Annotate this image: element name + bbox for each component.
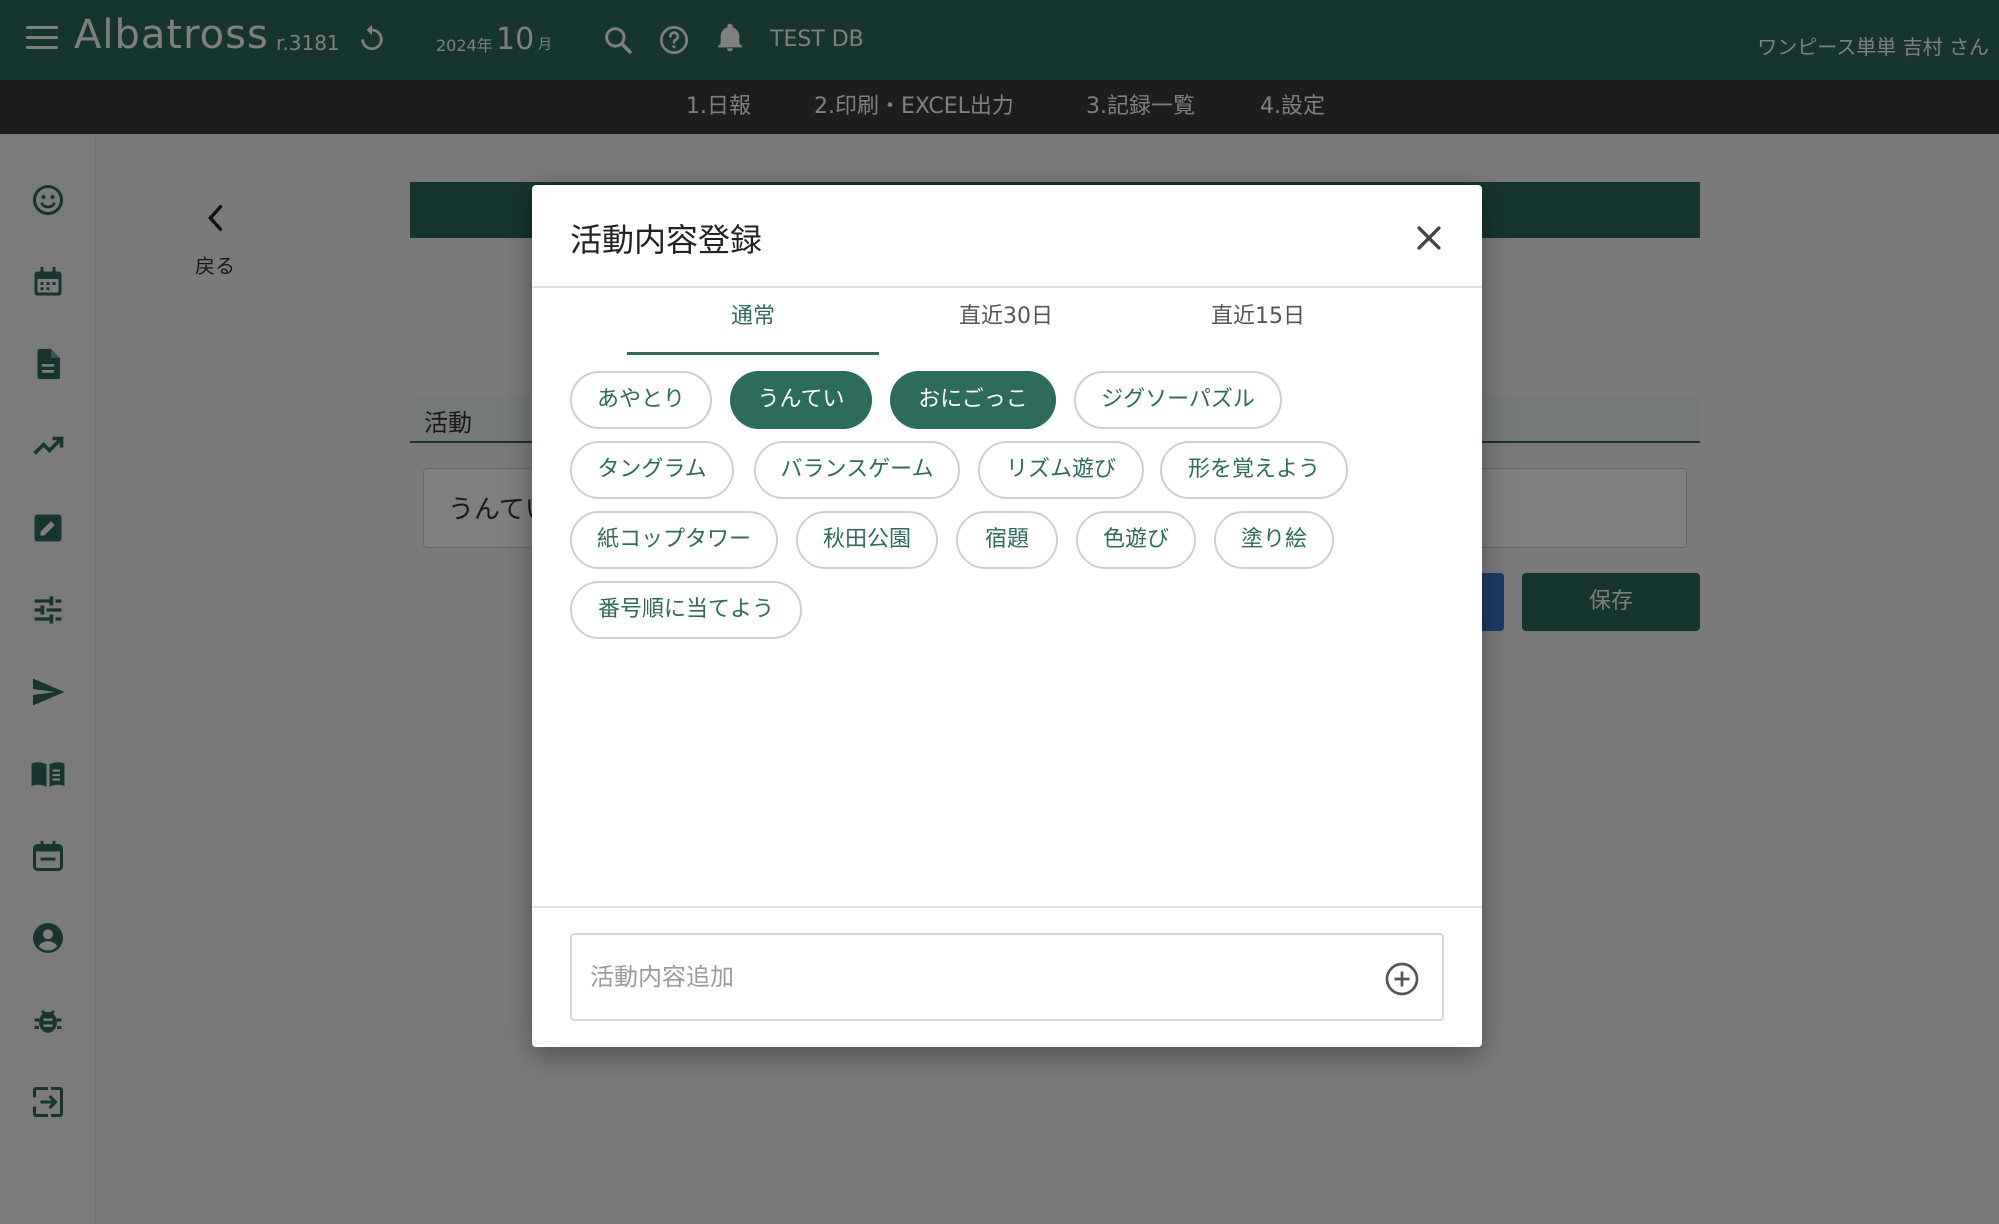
- close-icon: [1417, 226, 1441, 250]
- modal-title: 活動内容登録: [570, 221, 763, 259]
- tab-normal[interactable]: 通常: [627, 289, 879, 355]
- chip-untei[interactable]: うんてい: [730, 371, 872, 429]
- add-activity-field: [570, 933, 1444, 1021]
- chip-onigokko[interactable]: おにごっこ: [890, 371, 1056, 429]
- activity-register-modal: 活動内容登録 通常 直近30日 直近15日 あやとり うんてい おにごっこ ジグ…: [532, 185, 1482, 1047]
- chip-balance-game[interactable]: バランスゲーム: [754, 441, 960, 499]
- tab-label: 通常: [730, 304, 775, 329]
- chip-rhythm-play[interactable]: リズム遊び: [978, 441, 1144, 499]
- chip-akita-park[interactable]: 秋田公園: [796, 511, 938, 569]
- tab-last-30-days[interactable]: 直近30日: [880, 289, 1132, 355]
- tab-last-15-days[interactable]: 直近15日: [1132, 289, 1384, 355]
- modal-divider: [532, 286, 1482, 288]
- chip-ayatori[interactable]: あやとり: [570, 371, 712, 429]
- chip-coloring[interactable]: 塗り絵: [1214, 511, 1334, 569]
- chip-number-order[interactable]: 番号順に当てよう: [570, 581, 802, 639]
- add-circle-icon[interactable]: [1384, 961, 1420, 997]
- add-activity-input[interactable]: [590, 953, 1350, 1001]
- tab-label: 直近15日: [1211, 304, 1305, 329]
- chip-homework[interactable]: 宿題: [956, 511, 1058, 569]
- tab-label: 直近30日: [959, 304, 1053, 329]
- modal-divider: [532, 906, 1482, 908]
- chip-jigsaw-puzzle[interactable]: ジグソーパズル: [1074, 371, 1282, 429]
- chip-learn-shapes[interactable]: 形を覚えよう: [1160, 441, 1348, 499]
- chip-tangram[interactable]: タングラム: [570, 441, 734, 499]
- close-button[interactable]: [1412, 221, 1446, 255]
- chip-paper-cup-tower[interactable]: 紙コップタワー: [570, 511, 778, 569]
- chip-color-play[interactable]: 色遊び: [1076, 511, 1196, 569]
- tab-active-indicator: [627, 352, 879, 355]
